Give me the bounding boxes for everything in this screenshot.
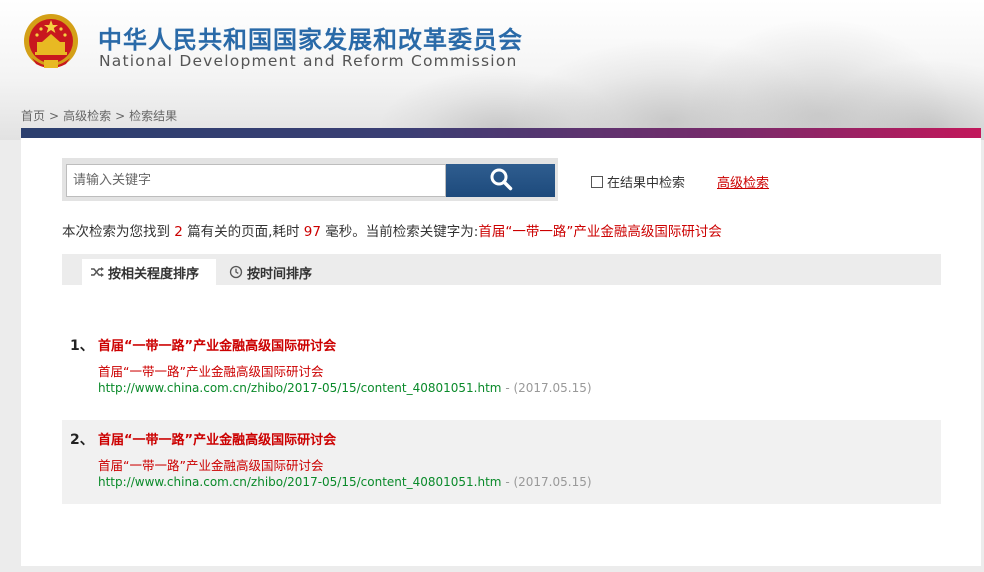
search-time: 97 bbox=[303, 224, 321, 240]
summary-mid1: 篇有关的页面,耗时 bbox=[187, 224, 300, 240]
tab-sort-time[interactable]: 按时间排序 bbox=[227, 259, 312, 285]
result-snippet: 首届“一带一路”产业金融高级国际研讨会 bbox=[98, 364, 324, 379]
result-url-line: http://www.china.com.cn/zhibo/2017-05/15… bbox=[98, 381, 592, 395]
national-emblem-icon bbox=[22, 12, 80, 74]
advanced-search-link[interactable]: 高级检索 bbox=[717, 172, 769, 191]
breadcrumb-separator: > bbox=[115, 109, 126, 123]
search-result-item: 2、 首届“一带一路”产业金融高级国际研讨会 首届“一带一路”产业金融高级国际研… bbox=[62, 420, 941, 504]
result-title-link[interactable]: 首届“一带一路”产业金融高级国际研讨会 bbox=[98, 335, 336, 354]
search-in-results-label: 在结果中检索 bbox=[607, 176, 686, 191]
search-input[interactable] bbox=[66, 164, 446, 197]
breadcrumb: 首页 > 高级检索 > 检索结果 bbox=[21, 107, 177, 124]
tab-sort-relevance-label: 按相关程度排序 bbox=[108, 266, 200, 282]
site-title-en: National Development and Reform Commissi… bbox=[99, 52, 518, 70]
result-date: - (2017.05.15) bbox=[501, 475, 592, 489]
breadcrumb-current: 检索结果 bbox=[129, 109, 178, 123]
header-color-bar bbox=[21, 128, 981, 138]
search-in-results-option[interactable]: 在结果中检索 bbox=[591, 172, 685, 191]
search-result-item: 1、 首届“一带一路”产业金融高级国际研讨会 首届“一带一路”产业金融高级国际研… bbox=[62, 326, 941, 404]
result-date: - (2017.05.15) bbox=[501, 381, 592, 395]
clock-icon bbox=[229, 265, 243, 279]
result-number: 1、 bbox=[70, 338, 94, 354]
current-keyword: 首届“一带一路”产业金融高级国际研讨会 bbox=[478, 224, 722, 240]
result-url-link[interactable]: http://www.china.com.cn/zhibo/2017-05/15… bbox=[98, 475, 502, 489]
tab-sort-relevance[interactable]: 按相关程度排序 bbox=[82, 259, 216, 285]
result-url-line: http://www.china.com.cn/zhibo/2017-05/15… bbox=[98, 475, 592, 489]
search-icon bbox=[489, 167, 513, 194]
result-count: 2 bbox=[174, 224, 183, 240]
search-in-results-checkbox[interactable] bbox=[591, 175, 603, 188]
result-title-link[interactable]: 首届“一带一路”产业金融高级国际研讨会 bbox=[98, 429, 336, 448]
tab-sort-time-label: 按时间排序 bbox=[247, 266, 313, 282]
search-button[interactable] bbox=[446, 164, 555, 197]
breadcrumb-home[interactable]: 首页 bbox=[21, 109, 45, 123]
site-title-cn: 中华人民共和国国家发展和改革委员会 bbox=[98, 26, 523, 54]
breadcrumb-advanced-search[interactable]: 高级检索 bbox=[63, 109, 111, 123]
result-number: 2、 bbox=[70, 432, 94, 448]
shuffle-icon bbox=[90, 266, 104, 278]
breadcrumb-separator: > bbox=[49, 109, 60, 123]
search-summary: 本次检索为您找到 2 篇有关的页面,耗时 97 毫秒。当前检索关键字为:首届“一… bbox=[62, 220, 722, 240]
result-snippet: 首届“一带一路”产业金融高级国际研讨会 bbox=[98, 458, 324, 473]
summary-prefix: 本次检索为您找到 bbox=[62, 224, 170, 240]
summary-mid2: 毫秒。当前检索关键字为: bbox=[325, 224, 479, 240]
result-url-link[interactable]: http://www.china.com.cn/zhibo/2017-05/15… bbox=[98, 381, 502, 395]
